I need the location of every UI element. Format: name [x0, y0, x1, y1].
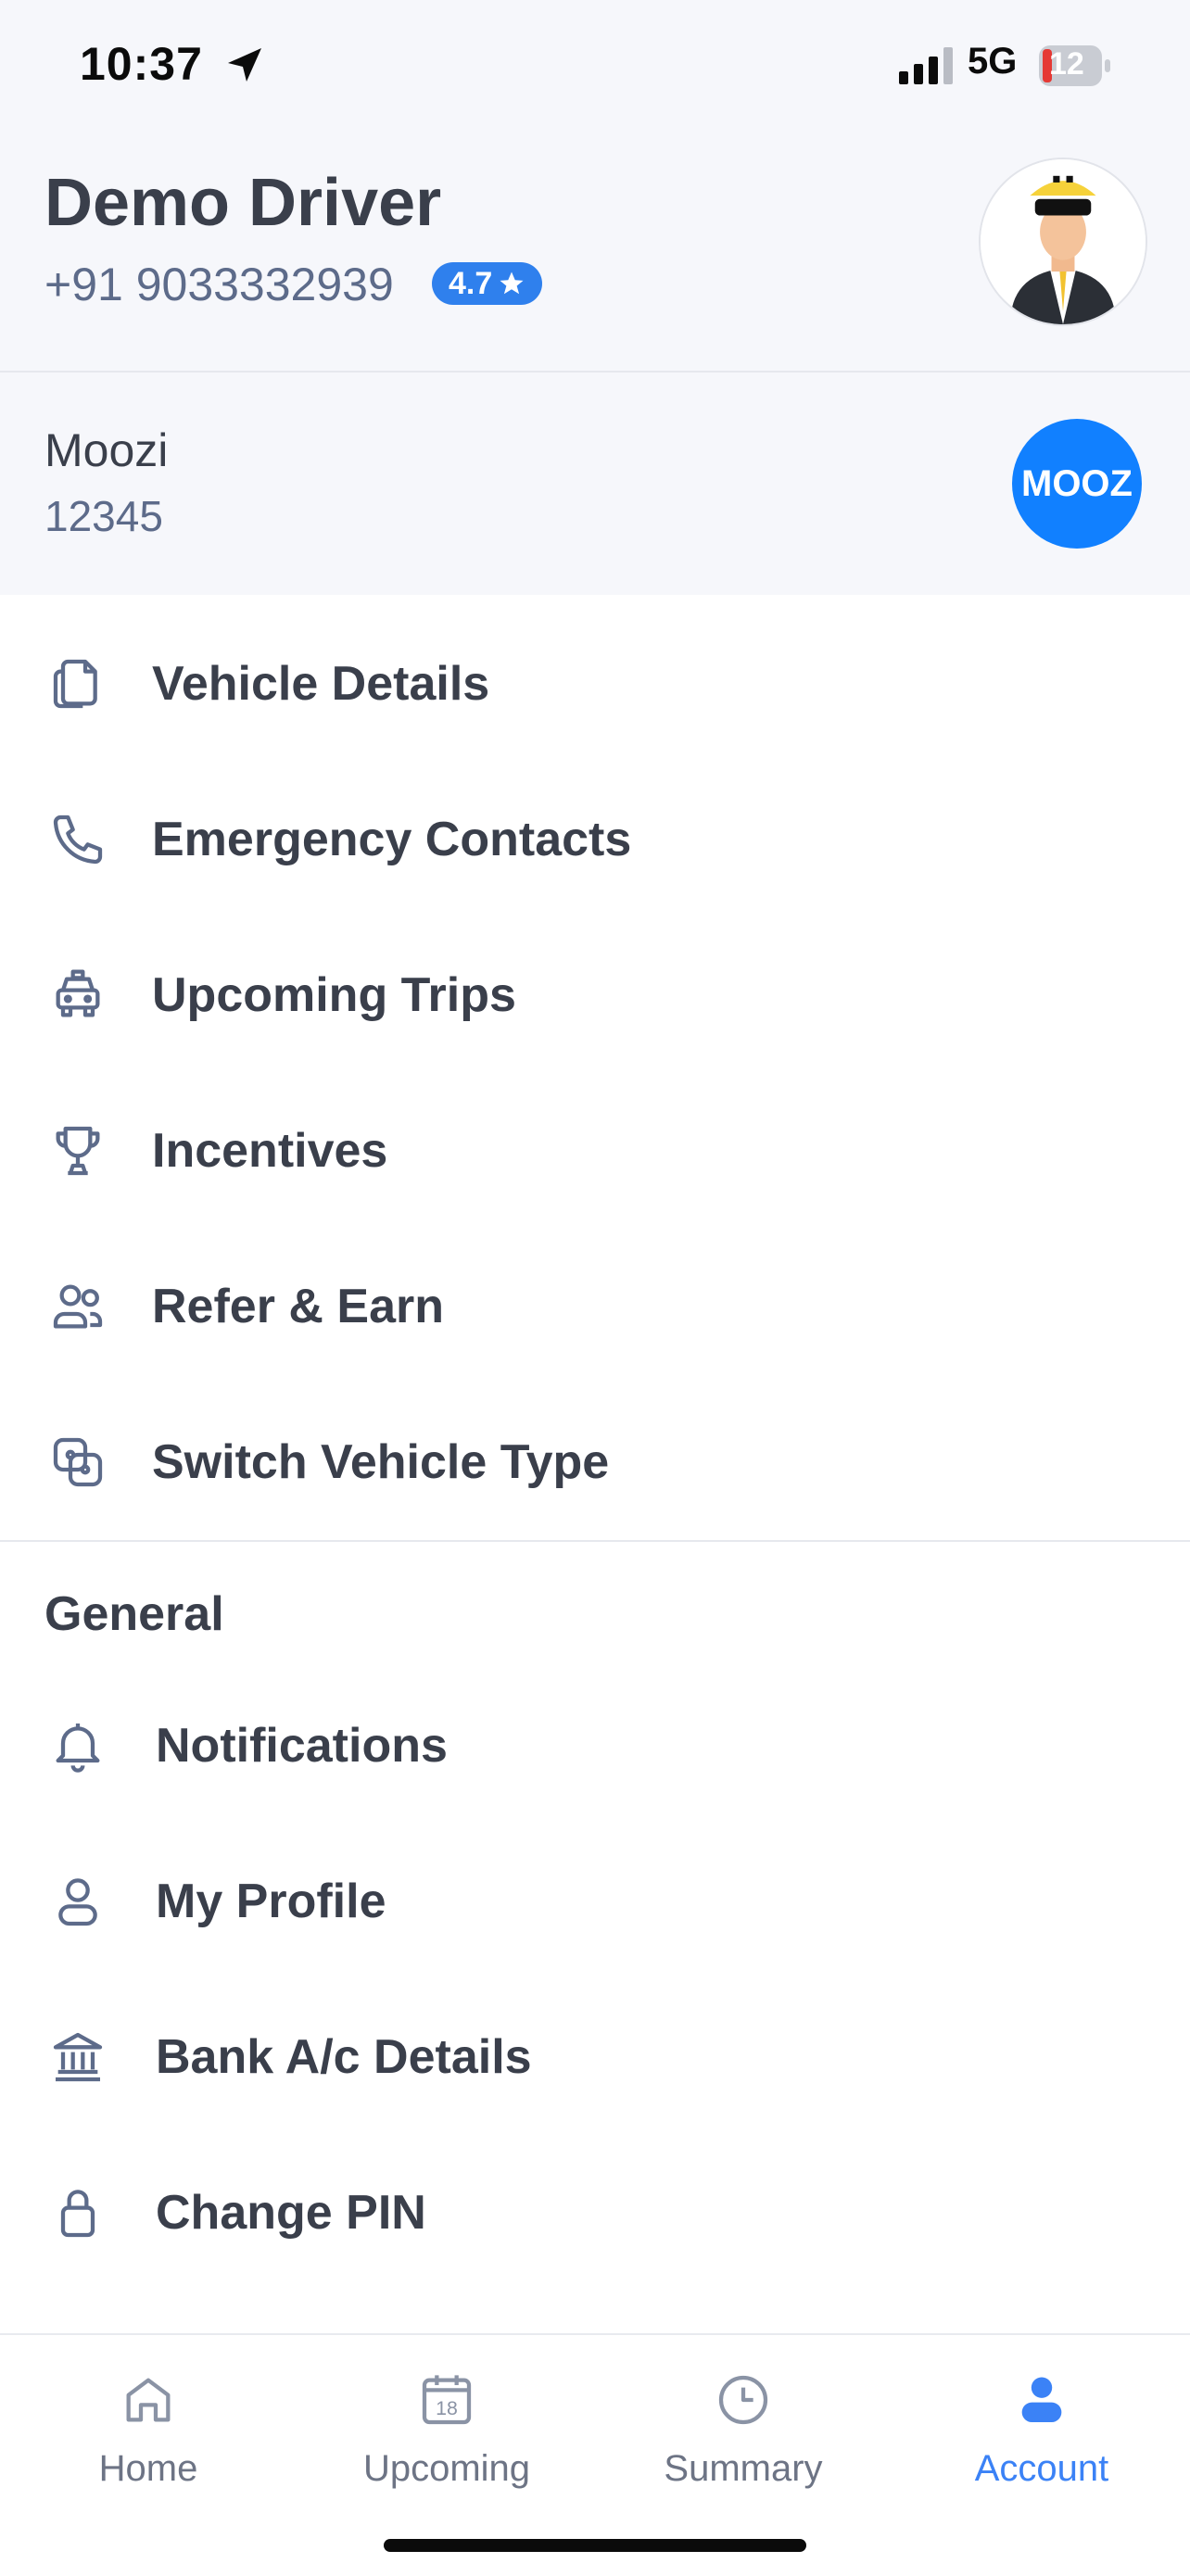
tab-upcoming[interactable]: 18 Upcoming	[326, 2354, 567, 2511]
menu-item-label: Bank A/c Details	[156, 2030, 532, 2084]
signal-icon	[899, 47, 953, 84]
menu-item-emergency-contacts[interactable]: Emergency Contacts	[0, 762, 1190, 917]
network-type: 5G	[968, 41, 1018, 82]
home-icon	[126, 2378, 171, 2422]
menu-item-switch-vehicle-type[interactable]: Switch Vehicle Type	[0, 1384, 1190, 1540]
phone-icon	[53, 814, 103, 865]
clock-icon	[718, 2375, 768, 2425]
menu-item-label: My Profile	[156, 1875, 386, 1928]
tab-label: Home	[98, 2448, 198, 2489]
menu-item-label: Emergency Contacts	[152, 813, 632, 866]
user-icon	[58, 1878, 97, 1926]
tab-label: Summary	[664, 2448, 823, 2489]
tab-label: Account	[974, 2448, 1109, 2489]
menu-item-notifications[interactable]: Notifications	[0, 1668, 1190, 1824]
bell-icon	[56, 1724, 100, 1773]
users-icon	[53, 1284, 103, 1329]
document-icon	[53, 659, 97, 709]
menu-item-label: Change PIN	[156, 2186, 426, 2240]
switch-icon	[53, 1437, 103, 1487]
calendar-icon: 18	[422, 2375, 472, 2425]
trophy-icon	[56, 1126, 100, 1176]
menu-item-label: Switch Vehicle Type	[152, 1435, 610, 1489]
taxi-icon	[56, 969, 100, 1017]
menu-item-upcoming-trips[interactable]: Upcoming Trips	[0, 917, 1190, 1073]
driver-avatar-illustration	[981, 159, 1146, 324]
bank-icon	[53, 2032, 103, 2082]
driver-phone: +91 9033332939	[44, 259, 394, 310]
status-bar: 10:37 5G 12	[0, 0, 1190, 139]
tab-summary[interactable]: Summary	[623, 2354, 864, 2511]
section-divider	[0, 1540, 1190, 1542]
battery-level: 12	[1049, 46, 1084, 82]
rating-value: 4.7	[449, 265, 493, 301]
driver-name: Demo Driver	[44, 166, 442, 240]
menu-item-refer-earn[interactable]: Refer & Earn	[0, 1229, 1190, 1384]
menu-item-change-pin[interactable]: Change PIN	[0, 2135, 1190, 2291]
calendar-day: 18	[436, 2397, 458, 2419]
rating-badge: 4.7	[432, 262, 543, 305]
menu-item-my-profile[interactable]: My Profile	[0, 1824, 1190, 1979]
status-time: 10:37	[80, 38, 203, 90]
menu-item-bank-details[interactable]: Bank A/c Details	[0, 1979, 1190, 2135]
menu-item-label: Vehicle Details	[152, 657, 490, 711]
menu-item-label: Upcoming Trips	[152, 968, 516, 1022]
location-arrow-icon	[228, 48, 261, 82]
menu-item-label: Refer & Earn	[152, 1280, 444, 1333]
menu-item-vehicle-details[interactable]: Vehicle Details	[0, 606, 1190, 762]
section-title-general: General	[44, 1587, 224, 1641]
profile-header: Demo Driver +91 9033332939 4.7	[0, 139, 1190, 373]
tab-account[interactable]: Account	[921, 2354, 1162, 2511]
tab-label: Upcoming	[362, 2448, 531, 2489]
home-indicator	[384, 2539, 806, 2552]
star-icon	[500, 271, 524, 295]
lock-icon	[60, 2190, 95, 2238]
tab-home[interactable]: Home	[28, 2354, 269, 2511]
company-name: Moozi	[44, 424, 169, 476]
menu-item-label: Notifications	[156, 1719, 448, 1773]
company-code: 12345	[44, 492, 163, 540]
account-icon	[1021, 2377, 1062, 2422]
menu-item-incentives[interactable]: Incentives	[0, 1073, 1190, 1229]
battery-icon: 12	[1038, 44, 1112, 87]
company-logo: MOOZ	[1012, 419, 1142, 549]
driver-avatar[interactable]	[979, 158, 1147, 326]
menu-item-label: Incentives	[152, 1124, 388, 1178]
company-section: Moozi 12345 MOOZ	[0, 373, 1190, 595]
